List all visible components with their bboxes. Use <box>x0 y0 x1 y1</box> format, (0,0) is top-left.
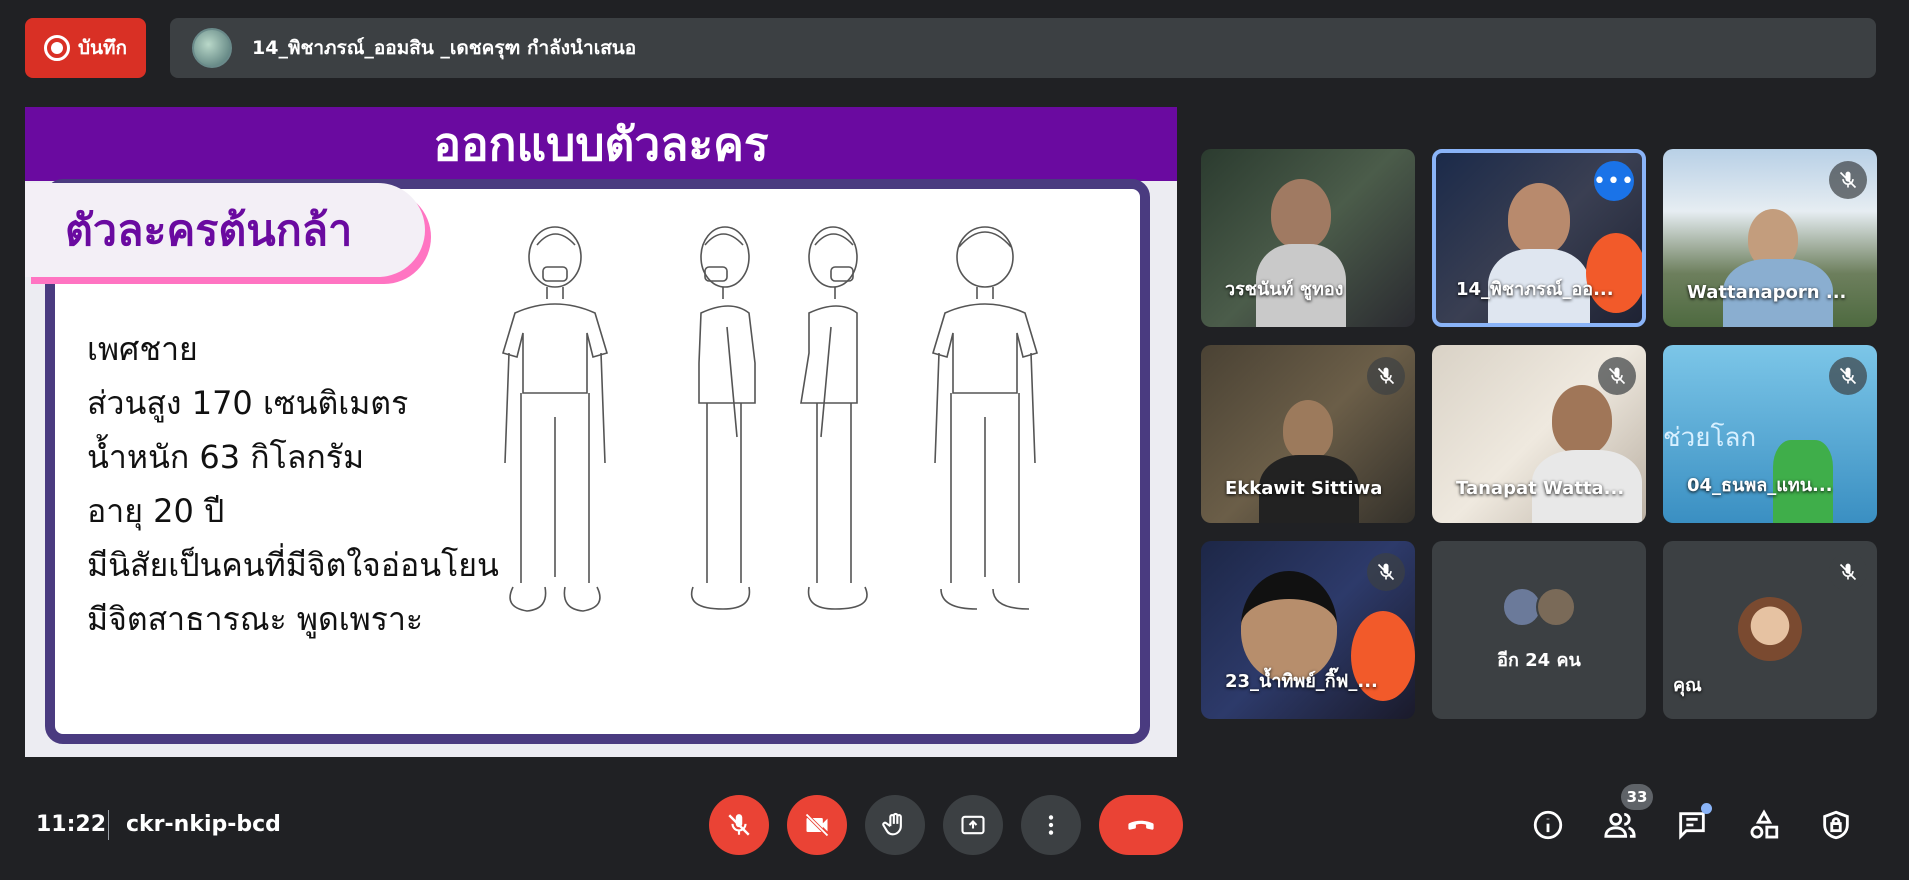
participant-name: 04_ธนพล_แทน... <box>1687 475 1833 496</box>
participant-video <box>1283 400 1333 460</box>
chat-notification-dot <box>1701 803 1712 814</box>
participant-tile[interactable]: Ekkawit Sittiwa <box>1201 345 1415 523</box>
slide-line: มีนิสัยเป็นคนที่มีจิตใจอ่อนโยน <box>87 546 499 584</box>
slide-tag: ตัวละครต้นกล้า <box>25 183 425 277</box>
mic-off-icon <box>1367 357 1405 395</box>
camera-off-icon <box>805 813 829 837</box>
raise-hand-icon <box>882 812 902 836</box>
people-icon <box>1604 812 1636 838</box>
mic-off-icon <box>1598 357 1636 395</box>
record-label: บันทึก <box>77 37 128 59</box>
presentation-slide: ออกแบบตัวละคร ตัวละครต้นกล้า เพศชาย ส่วน… <box>25 107 1177 757</box>
virtual-background-text: ช่วยโลก <box>1663 423 1757 453</box>
slide-line: ส่วนสูง 170 เซนติเมตร <box>87 384 409 422</box>
people-button[interactable] <box>1600 805 1640 845</box>
slide-body-text: เพศชาย ส่วนสูง 170 เซนติเมตร น้ำหนัก 63 … <box>87 322 499 646</box>
participant-name: คุณ <box>1673 675 1702 696</box>
mic-off-icon <box>1829 161 1867 199</box>
participant-tile[interactable]: Tanapat Watta... <box>1432 345 1646 523</box>
info-icon <box>1533 810 1563 840</box>
participant-name: Ekkawit Sittiwa <box>1225 478 1383 499</box>
meeting-details-button[interactable] <box>1528 805 1568 845</box>
others-tile[interactable]: อีก 24 คน <box>1432 541 1646 719</box>
host-controls-button[interactable] <box>1816 805 1856 845</box>
participant-tile[interactable]: ช่วยโลก 04_ธนพล_แทน... <box>1663 345 1877 523</box>
activities-icon <box>1750 809 1779 839</box>
participant-video <box>1241 571 1337 681</box>
host-controls-icon <box>1823 810 1849 840</box>
participant-video <box>1552 385 1612 455</box>
participant-name: วรชนันท์ ชูทอง <box>1225 279 1344 300</box>
participant-tile[interactable]: วรชนันท์ ชูทอง <box>1201 149 1415 327</box>
more-options-icon[interactable]: ••• <box>1593 161 1634 201</box>
participant-video <box>1508 183 1570 255</box>
divider <box>108 810 109 840</box>
mic-off-icon <box>728 814 750 836</box>
present-now-button[interactable] <box>943 795 1003 855</box>
presenter-text: 14_พิชาภรณ์_ออมสิน _เดชครุฑ กำลังนำเสนอ <box>252 37 637 59</box>
present-icon <box>961 815 985 835</box>
character-turnaround-drawing <box>502 226 1038 612</box>
slide-line: มีจิตสาธารณะ พูดเพราะ <box>87 600 424 638</box>
mic-off-icon <box>1829 357 1867 395</box>
participant-tile[interactable]: Wattanaporn ... <box>1663 149 1877 327</box>
participant-name: 14_พิชาภรณ์_ออ... <box>1456 279 1614 300</box>
more-options-icon <box>1048 815 1054 835</box>
participant-tile[interactable]: 23_น้ำทิพย์_กิ๊ฟ_... <box>1201 541 1415 719</box>
slide-line: อายุ 20 ปี <box>87 492 225 530</box>
record-icon <box>43 35 70 61</box>
camera-toggle-button[interactable] <box>787 795 847 855</box>
others-avatar <box>1536 587 1576 627</box>
participant-name: Tanapat Watta... <box>1456 478 1625 499</box>
mic-off-icon <box>1829 553 1867 591</box>
participant-count-badge: 33 <box>1621 784 1653 810</box>
slide-header: ออกแบบตัวละคร <box>25 107 1177 181</box>
presenter-avatar <box>192 28 232 68</box>
participant-name: Wattanaporn ... <box>1687 282 1847 303</box>
meeting-code: ckr-nkip-bcd <box>126 812 281 837</box>
hang-up-icon <box>1128 820 1154 830</box>
leave-call-button[interactable] <box>1099 795 1183 855</box>
participant-tile-active-speaker[interactable]: ••• 14_พิชาภรณ์_ออ... <box>1432 149 1646 327</box>
activities-button[interactable] <box>1744 805 1784 845</box>
more-options-button[interactable] <box>1021 795 1081 855</box>
others-count-label: อีก 24 คน <box>1497 650 1581 671</box>
participant-video <box>1271 179 1331 249</box>
mic-toggle-button[interactable] <box>709 795 769 855</box>
participant-name: 23_น้ำทิพย์_กิ๊ฟ_... <box>1225 671 1378 692</box>
record-button[interactable]: บันทึก <box>25 18 146 78</box>
raise-hand-button[interactable] <box>865 795 925 855</box>
meeting-time: 11:22 <box>36 812 107 837</box>
slide-line: เพศชาย <box>87 330 198 368</box>
mic-off-icon <box>1367 553 1405 591</box>
self-tile[interactable]: คุณ <box>1663 541 1877 719</box>
self-avatar <box>1738 597 1802 661</box>
slide-line: น้ำหนัก 63 กิโลกรัม <box>87 438 365 476</box>
presenter-banner: 14_พิชาภรณ์_ออมสิน _เดชครุฑ กำลังนำเสนอ <box>170 18 1876 78</box>
